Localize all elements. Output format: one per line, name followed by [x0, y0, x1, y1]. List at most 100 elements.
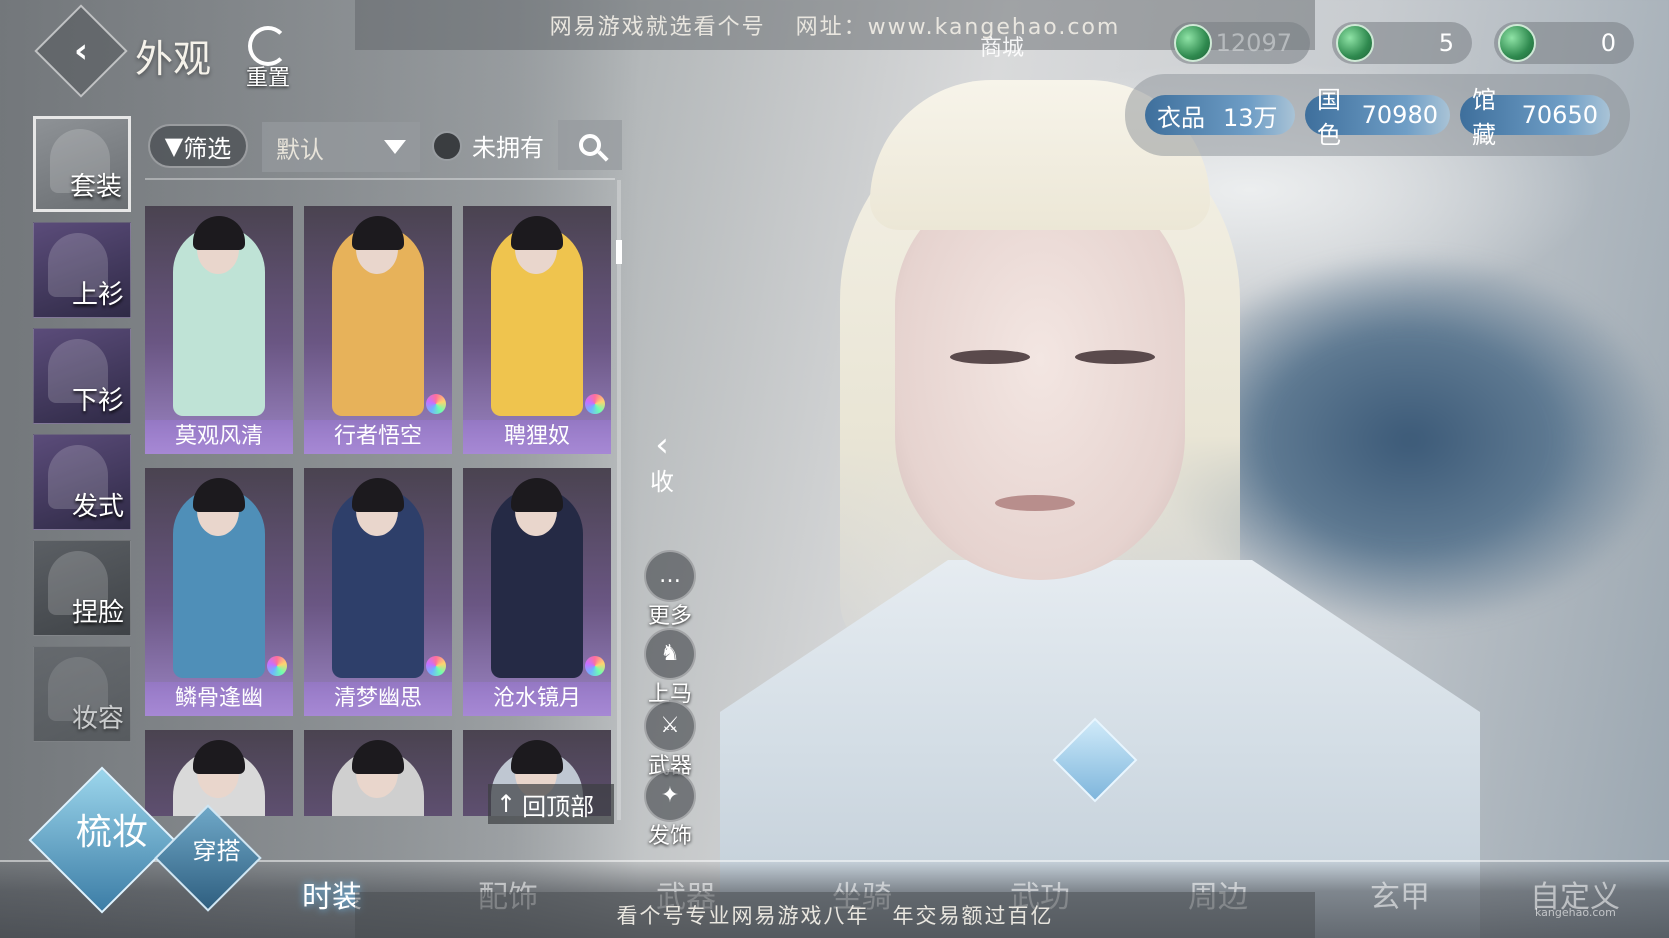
brand-watermark: kangehao.com — [1535, 906, 1616, 919]
currency-bar: 12097 5 0 — [1170, 22, 1634, 64]
character-model[interactable] — [720, 40, 1480, 938]
sort-dropdown[interactable]: 默认 — [262, 122, 420, 172]
outfit-name: 莫观风清 — [145, 420, 293, 454]
tab-fashion[interactable]: 时装 — [302, 872, 362, 916]
chevron-left-icon: ‹ — [655, 425, 669, 465]
hair-accessory-label: 发饰 — [647, 824, 692, 849]
outfit-card[interactable] — [304, 730, 452, 816]
outfit-hair — [511, 478, 563, 512]
outfit-card[interactable]: 行者悟空 — [304, 206, 452, 454]
stat-value: 13万 — [1223, 103, 1278, 132]
outfit-hair — [511, 216, 563, 250]
side-tab-label: 发式 — [71, 492, 124, 522]
side-category-tabs: 套装 上衫 下衫 发式 捏脸 妆容 — [33, 116, 133, 752]
stats-panel: 衣品 13万 国色 70980 馆藏 70650 — [1125, 74, 1630, 156]
watermark-top-right: 网址：www.kangehao.com — [795, 15, 1121, 40]
grooming-label: 梳妆 — [75, 811, 148, 853]
outfit-name: 行者悟空 — [304, 420, 452, 454]
stat-beauty-score[interactable]: 国色 70980 — [1305, 86, 1450, 149]
unowned-toggle[interactable]: 未拥有 — [432, 128, 544, 163]
grid-scroll-thumb[interactable] — [616, 240, 622, 264]
currency-value: 5 — [1438, 29, 1454, 57]
currency-jade-2[interactable]: 5 — [1332, 22, 1472, 64]
outfit-hair — [511, 740, 563, 774]
reset-button[interactable]: 重置 — [238, 26, 298, 92]
filter-icon: ▼ — [164, 132, 184, 160]
outfit-label: 穿搭 — [192, 836, 241, 865]
side-tab-label: 捏脸 — [71, 598, 124, 628]
filter-button[interactable]: ▼ 筛选 — [148, 124, 248, 168]
outfit-card[interactable]: 莫观风清 — [145, 206, 293, 454]
outfit-card[interactable]: 鳞骨逢幽 — [145, 468, 293, 716]
side-tab-label: 套装 — [69, 172, 122, 202]
outfit-name: 鳞骨逢幽 — [145, 682, 293, 716]
back-to-top-button[interactable]: ↑ 回顶部 — [488, 784, 614, 824]
stat-collection-score[interactable]: 馆藏 70650 — [1460, 86, 1610, 149]
shop-label[interactable]: 商城 — [980, 30, 1024, 62]
side-tab-top[interactable]: 上衫 — [33, 222, 131, 318]
watermark-top-left: 网易游戏就选看个号 — [549, 15, 766, 40]
currency-value: 12097 — [1215, 29, 1292, 57]
more-button[interactable]: … 更多 — [640, 550, 700, 630]
dye-orb-icon — [426, 394, 446, 414]
outfit-hair — [352, 740, 404, 774]
stat-style-score[interactable]: 衣品 13万 — [1145, 95, 1295, 135]
stat-value: 70980 — [1361, 101, 1438, 129]
unowned-label: 未拥有 — [472, 134, 544, 162]
side-tab-makeup[interactable]: 妆容 — [33, 646, 131, 742]
side-tab-face[interactable]: 捏脸 — [33, 540, 131, 636]
outfit-name: 聘狸奴 — [463, 420, 611, 454]
currency-jade-3[interactable]: 0 — [1494, 22, 1634, 64]
outfit-hair — [193, 740, 245, 774]
stat-label: 馆藏 — [1472, 86, 1496, 149]
unowned-radio[interactable] — [432, 130, 462, 161]
side-tab-label: 下衫 — [71, 386, 124, 416]
currency-jade[interactable]: 12097 — [1170, 22, 1310, 64]
dye-orb-icon — [267, 656, 287, 676]
character-eye — [950, 350, 1030, 364]
hairpin-icon: ✦ — [644, 770, 696, 822]
outfit-card[interactable]: 沧水镜月 — [463, 468, 611, 716]
jade-coin-icon — [1336, 24, 1374, 62]
side-tab-bottom[interactable]: 下衫 — [33, 328, 131, 424]
dye-orb-icon — [426, 656, 446, 676]
outfit-name: 清梦幽思 — [304, 682, 452, 716]
outfit-hair — [193, 478, 245, 512]
outfit-hair — [193, 216, 245, 250]
outfit-card[interactable]: 清梦幽思 — [304, 468, 452, 716]
side-tab-label: 上衫 — [71, 280, 124, 310]
more-dots-icon: … — [644, 550, 696, 602]
back-arrow-icon: ‹ — [73, 30, 89, 71]
sort-value: 默认 — [276, 135, 324, 164]
outfit-grid: 莫观风清 行者悟空 聘狸奴鳞骨逢幽 清梦幽思 沧水镜月 — [145, 206, 615, 816]
dye-orb-icon — [585, 656, 605, 676]
side-tab-suit[interactable]: 套装 — [33, 116, 131, 212]
arrow-up-icon: ↑ — [496, 790, 517, 818]
search-icon — [579, 134, 601, 156]
outfit-name: 沧水镜月 — [463, 682, 611, 716]
stat-label: 国色 — [1317, 86, 1341, 149]
search-button[interactable] — [558, 120, 622, 170]
mount-button[interactable]: ♞ 上马 — [640, 628, 700, 708]
dye-orb-icon — [585, 394, 605, 414]
chevron-down-icon — [384, 140, 406, 154]
sword-icon: ⚔ — [644, 700, 696, 752]
tab-armor[interactable]: 玄甲 — [1370, 872, 1430, 916]
collapse-panel-button[interactable]: ‹ 收 — [644, 428, 680, 497]
stat-label: 衣品 — [1157, 103, 1205, 132]
character-lips — [995, 495, 1075, 511]
currency-value: 0 — [1600, 29, 1616, 57]
side-tab-label: 妆容 — [71, 704, 124, 734]
watermark-bottom: 看个号专业网易游戏八年 年交易额过百亿 — [355, 892, 1315, 938]
filter-label: 筛选 — [183, 134, 232, 163]
jade-coin-icon — [1174, 24, 1212, 62]
side-tab-hairstyle[interactable]: 发式 — [33, 434, 131, 530]
filter-divider — [145, 178, 615, 180]
outfit-card[interactable] — [145, 730, 293, 816]
hair-accessory-button[interactable]: ✦ 发饰 — [640, 770, 700, 850]
outfit-card[interactable]: 聘狸奴 — [463, 206, 611, 454]
back-to-top-label: 回顶部 — [522, 792, 595, 821]
grid-scrollbar[interactable] — [617, 180, 621, 820]
weapon-button[interactable]: ⚔ 武器 — [640, 700, 700, 780]
outfit-hair — [352, 216, 404, 250]
